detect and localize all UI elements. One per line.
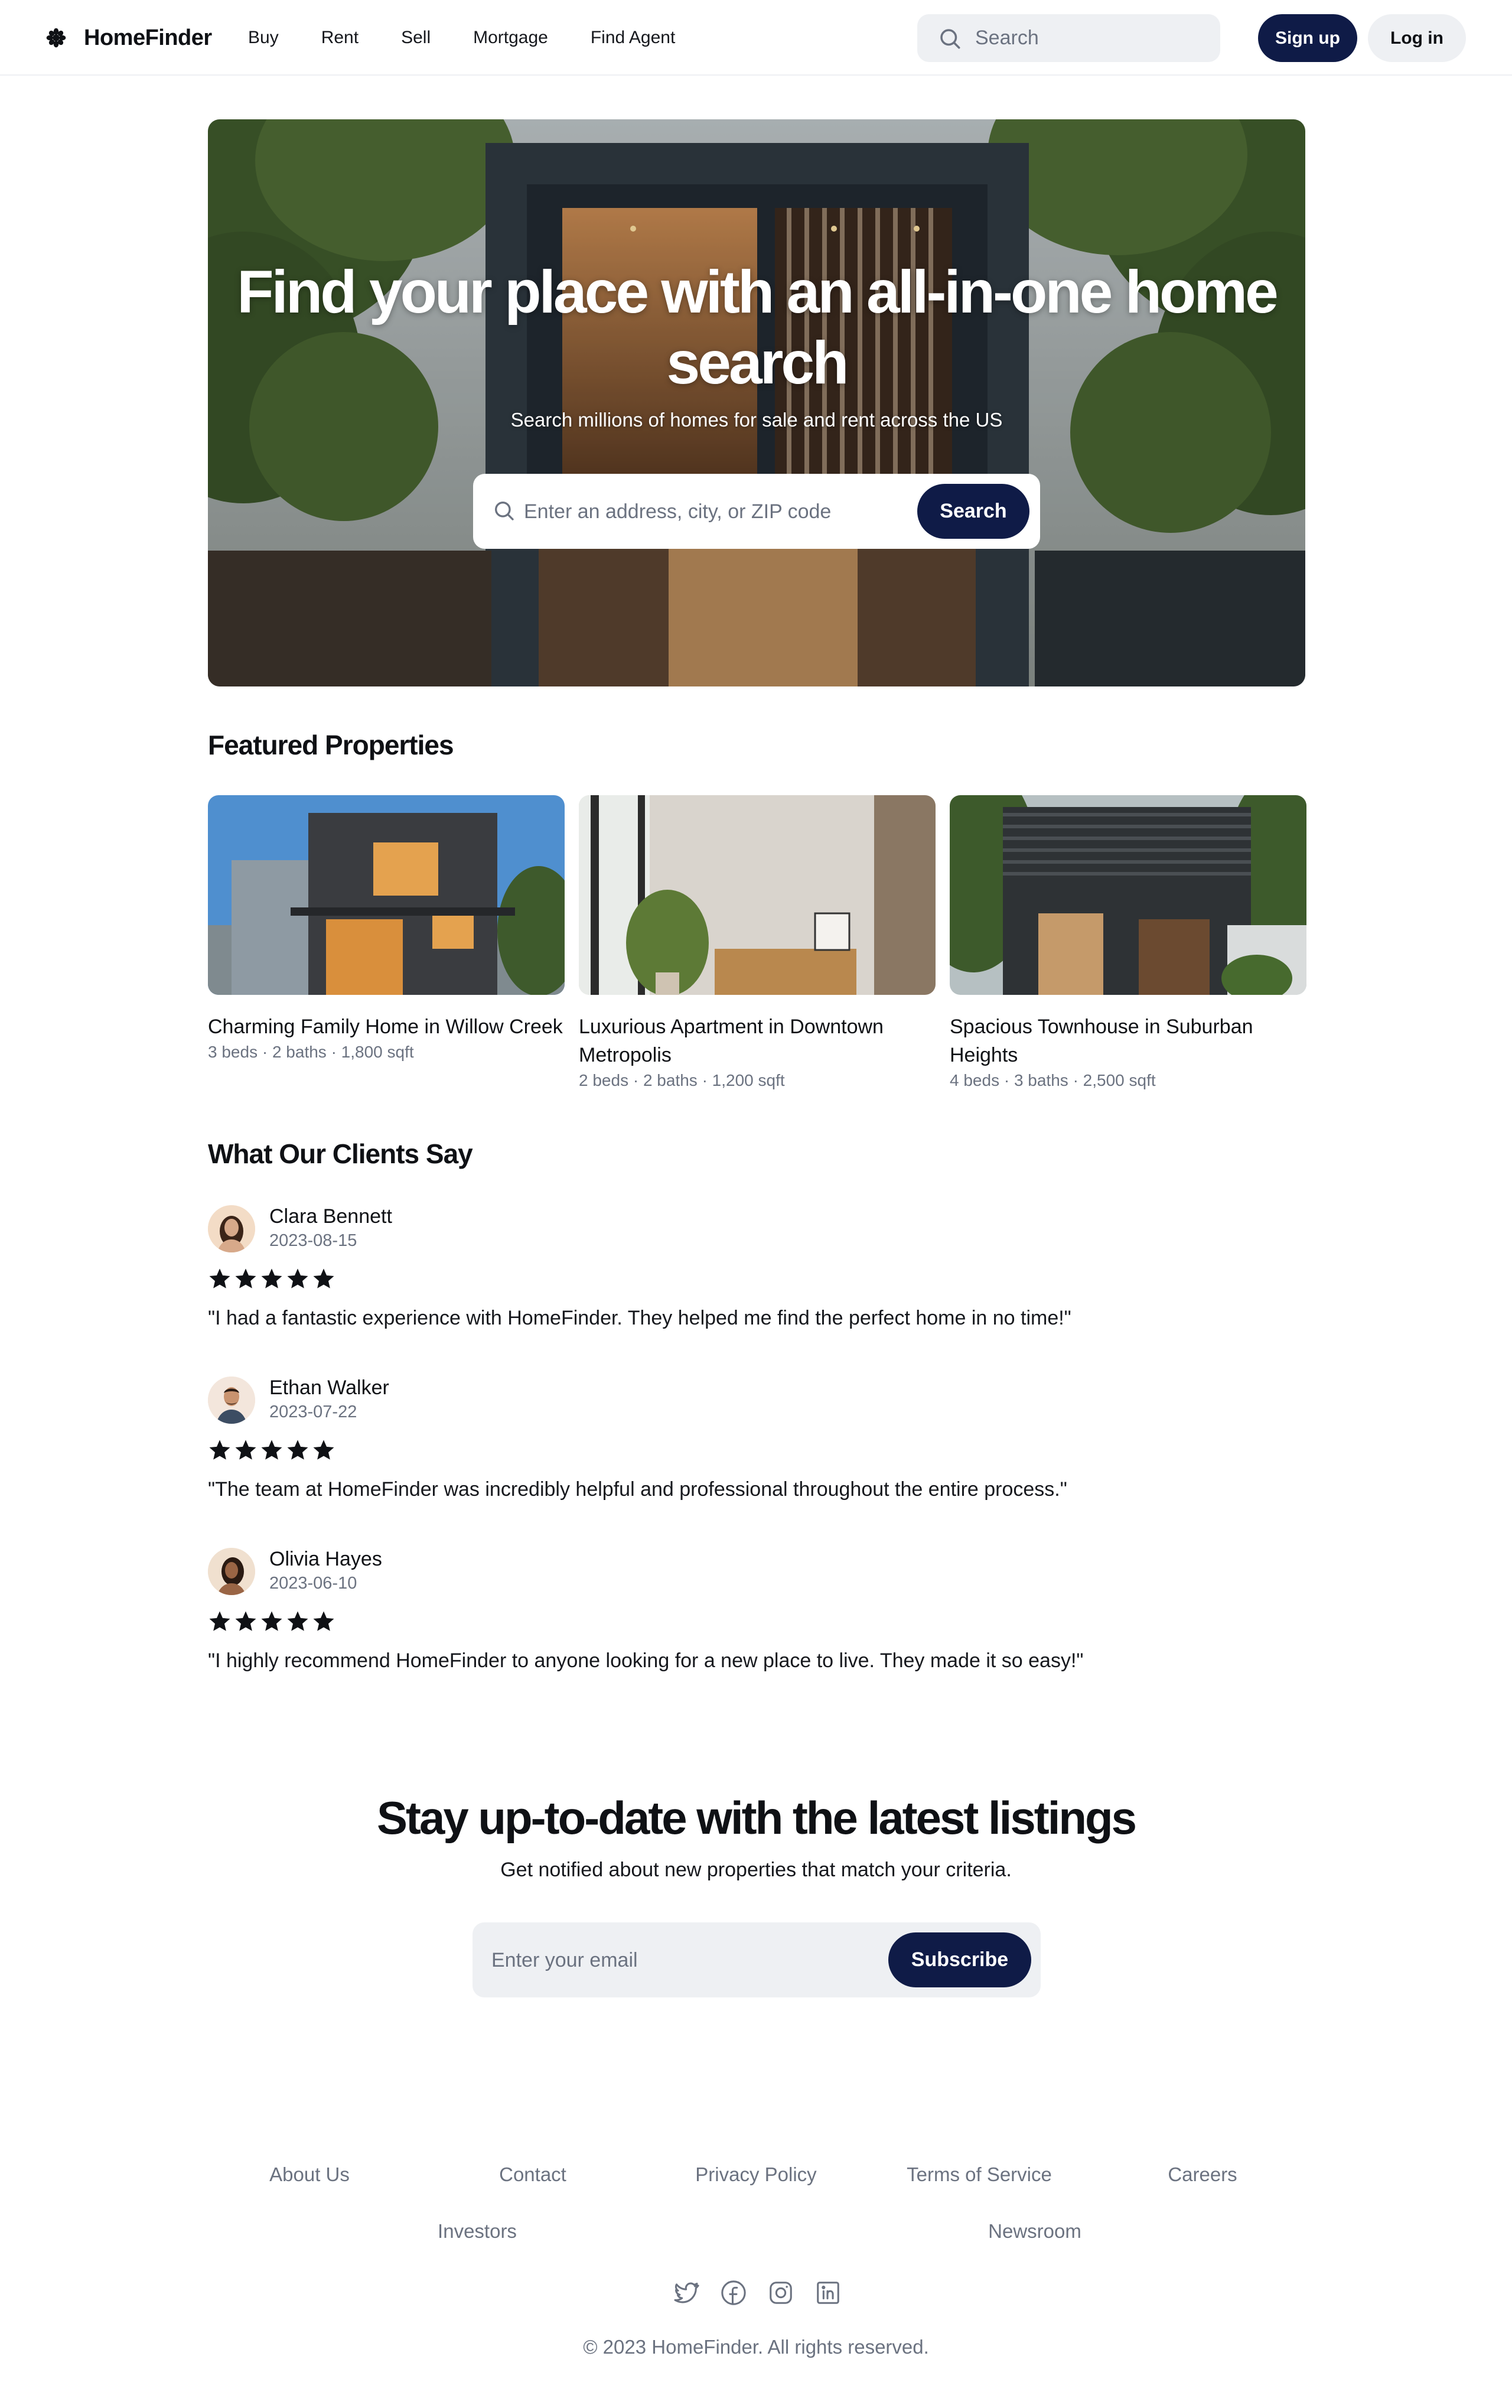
footer-link-terms[interactable]: Terms of Service [891, 2163, 1068, 2186]
star-icon [209, 1440, 230, 1460]
nav-rent[interactable]: Rent [321, 28, 359, 48]
star-icon [313, 1440, 334, 1460]
header-search[interactable] [917, 14, 1220, 62]
main-nav: Buy Rent Sell Mortgage Find Agent [248, 25, 718, 51]
hero-search-button[interactable]: Search [917, 484, 1029, 539]
star-icon [261, 1268, 282, 1288]
header-search-input[interactable] [975, 27, 1200, 50]
review-text: "The team at HomeFinder was incredibly h… [208, 1478, 1067, 1501]
address-search-input[interactable] [524, 494, 890, 529]
subscribe-button[interactable]: Subscribe [888, 1932, 1031, 1987]
newsletter-form: Subscribe [472, 1922, 1041, 1997]
hero-search-bar: Search [473, 474, 1040, 549]
footer-link-careers[interactable]: Careers [1114, 2163, 1291, 2186]
hero-subtitle: Search millions of homes for sale and re… [510, 409, 1003, 431]
footer-link-investors[interactable]: Investors [389, 2220, 566, 2243]
hero-banner: Find your place with an all-in-one home … [208, 119, 1305, 686]
property-title[interactable]: Spacious Townhouse in Suburban Heights [950, 1013, 1306, 1069]
star-icon [313, 1268, 334, 1288]
property-meta: 2 beds · 2 baths · 1,200 sqft [579, 1071, 785, 1089]
star-icon [209, 1611, 230, 1631]
email-input[interactable] [491, 1942, 869, 1978]
property-card[interactable]: Spacious Townhouse in Suburban Heights 4… [950, 795, 1306, 1092]
nav-buy[interactable]: Buy [248, 28, 279, 48]
star-rating [208, 1267, 338, 1290]
testimonial: Ethan Walker 2023-07-22 "The team at Hom… [208, 1377, 1330, 1518]
star-icon [235, 1611, 256, 1631]
star-icon [261, 1611, 282, 1631]
star-icon [209, 1268, 230, 1288]
signup-button[interactable]: Sign up [1258, 14, 1357, 62]
footer-link-contact[interactable]: Contact [444, 2163, 621, 2186]
footer-link-privacy[interactable]: Privacy Policy [667, 2163, 845, 2186]
star-icon [235, 1268, 256, 1288]
property-image[interactable] [950, 795, 1306, 995]
property-title[interactable]: Luxurious Apartment in Downtown Metropol… [579, 1013, 936, 1069]
facebook-icon[interactable] [720, 2279, 747, 2306]
hero-house-image [208, 119, 1305, 686]
search-icon [495, 502, 514, 520]
testimonial: Olivia Hayes 2023-06-10 "I highly recomm… [208, 1548, 1330, 1690]
property-card[interactable]: Charming Family Home in Willow Creek 3 b… [208, 795, 565, 1063]
avatar [208, 1377, 255, 1424]
newsletter-title: Stay up-to-date with the latest listings [376, 1792, 1137, 1844]
hero-title: Find your place with an all-in-one home … [237, 258, 1279, 396]
property-card[interactable]: Luxurious Apartment in Downtown Metropol… [579, 795, 936, 1092]
star-icon [287, 1268, 308, 1288]
star-icon [287, 1611, 308, 1631]
instagram-icon[interactable] [767, 2279, 794, 2306]
reviewer-name: Olivia Hayes [269, 1548, 382, 1570]
star-icon [261, 1440, 282, 1460]
testimonial: Clara Bennett 2023-08-15 "I had a fantas… [208, 1205, 1330, 1347]
review-text: "I had a fantastic experience with HomeF… [208, 1307, 1071, 1329]
reviewer-name: Clara Bennett [269, 1205, 392, 1228]
review-date: 2023-08-15 [269, 1231, 357, 1250]
linkedin-icon[interactable] [814, 2279, 842, 2306]
logo-text: HomeFinder [84, 25, 212, 50]
review-text: "I highly recommend HomeFinder to anyone… [208, 1649, 1084, 1672]
avatar [208, 1548, 255, 1595]
star-rating [208, 1609, 338, 1633]
property-meta: 3 beds · 2 baths · 1,800 sqft [208, 1043, 414, 1061]
property-title[interactable]: Charming Family Home in Willow Creek [208, 1013, 565, 1041]
review-date: 2023-07-22 [269, 1403, 357, 1421]
review-date: 2023-06-10 [269, 1574, 357, 1593]
property-meta: 4 beds · 3 baths · 2,500 sqft [950, 1071, 1156, 1089]
property-image[interactable] [208, 795, 565, 995]
search-icon [940, 28, 960, 48]
footer-link-about[interactable]: About Us [221, 2163, 398, 2186]
property-image[interactable] [579, 795, 936, 995]
logo[interactable]: HomeFinder [46, 22, 212, 53]
star-icon [287, 1440, 308, 1460]
reviewer-name: Ethan Walker [269, 1377, 389, 1399]
twitter-icon[interactable] [673, 2279, 700, 2306]
nav-sell[interactable]: Sell [401, 28, 431, 48]
nav-find-agent[interactable]: Find Agent [591, 28, 675, 48]
top-navigation-bar: HomeFinder Buy Rent Sell Mortgage Find A… [0, 0, 1512, 76]
copyright-text: © 2023 HomeFinder. All rights reserved. [583, 2336, 929, 2358]
featured-title: Featured Properties [208, 730, 454, 760]
footer-link-newsroom[interactable]: Newsroom [946, 2220, 1123, 2243]
star-icon [235, 1440, 256, 1460]
avatar [208, 1205, 255, 1252]
newsletter-subtitle: Get notified about new properties that m… [500, 1859, 1012, 1881]
star-rating [208, 1438, 338, 1462]
login-button[interactable]: Log in [1368, 14, 1466, 62]
nav-mortgage[interactable]: Mortgage [473, 28, 548, 48]
testimonials-title: What Our Clients Say [208, 1138, 473, 1169]
logo-icon [46, 28, 66, 48]
star-icon [313, 1611, 334, 1631]
